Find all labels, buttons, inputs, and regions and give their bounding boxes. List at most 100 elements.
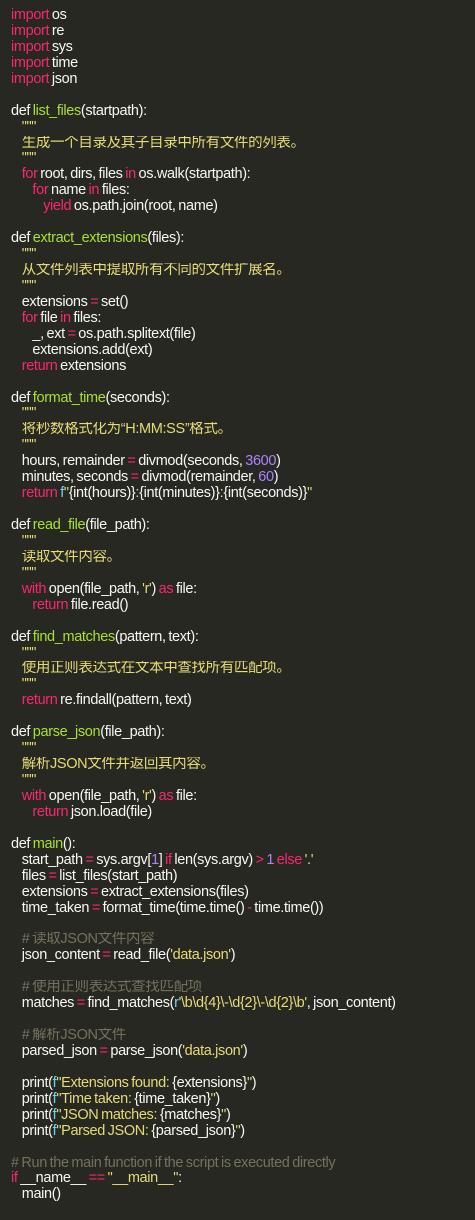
code-token-kw: in: [125, 167, 136, 183]
code-token-kw: import: [11, 23, 50, 39]
code-token-kw: with: [11, 581, 47, 597]
code-token-str: "JSON matches:: [56, 1107, 160, 1123]
code-token-kw: =: [48, 868, 57, 884]
code-token-tx: ): [151, 581, 159, 597]
code-token-tx: def: [11, 231, 33, 247]
code-token-str: 从文件列表中提取所有不同的文件扩展名。: [11, 263, 291, 278]
code-token-tx: ): [225, 1107, 231, 1123]
code-token-str: 读取文件内容。: [11, 549, 121, 565]
code-line: ​: [11, 709, 475, 725]
code-token-tx: {int(seconds)}: [223, 486, 308, 502]
code-token-kw: =: [130, 470, 139, 486]
code-token-tx: {int(minutes)}: [139, 486, 220, 502]
code-line: def list_files(startpath):: [11, 104, 475, 120]
code-token-tx: files:: [70, 310, 102, 326]
code-token-tx: file: [37, 310, 61, 326]
code-line: """: [11, 279, 475, 295]
code-token-tx: extensions: [11, 294, 91, 310]
code-token-str: """: [11, 565, 37, 581]
code-token-kw: as: [158, 788, 174, 804]
code-token-str: "Time taken:: [56, 1091, 135, 1107]
code-line: with open(file_path, 'r') as file:: [11, 789, 475, 805]
code-line: 使用正则表达式在文本中查找所有匹配项。: [11, 661, 475, 677]
code-token-tx: _, ext: [11, 326, 68, 342]
code-token-str: 生成一个目录及其子目录中所有文件的列表。: [11, 135, 305, 151]
code-line: """: [11, 646, 475, 662]
code-token-str: 解析JSON文件并返回其内容。: [11, 757, 215, 773]
code-token-tx: re: [49, 23, 65, 39]
code-token-tx: find_matches(: [84, 996, 175, 1012]
code-line: """: [11, 151, 475, 167]
code-token-str: """: [11, 151, 37, 167]
code-line: ​: [11, 964, 475, 980]
code-token-str: """: [11, 741, 37, 757]
code-line: ​: [11, 502, 475, 518]
code-line: parsed_json = parse_json('data.json'): [11, 1044, 475, 1060]
code-token-tx: files: [11, 868, 49, 884]
code-token-str: 'data.json': [170, 948, 231, 964]
code-token-str: 'data.json': [182, 1043, 243, 1059]
code-line: return re.findall(pattern, text): [11, 693, 475, 709]
code-token-kw: import: [11, 39, 50, 55]
code-token-tx: print(: [11, 1091, 53, 1107]
code-token-str: """: [11, 278, 37, 294]
code-token-cm: # 读取JSON文件内容: [11, 932, 155, 948]
code-line: def parse_json(file_path):: [11, 725, 475, 741]
code-line: return extensions: [11, 359, 475, 375]
code-token-tx: parse_json(: [107, 1043, 183, 1059]
code-line: 解析JSON文件并返回其内容。: [11, 757, 475, 773]
code-token-tx: divmod(seconds,: [135, 454, 246, 470]
code-line: extensions.add(ext): [11, 343, 475, 359]
code-line: return f"{int(hours)}:{int(minutes)}:{in…: [11, 486, 475, 502]
code-line: ​: [11, 215, 475, 231]
code-line: def read_file(file_path):: [11, 518, 475, 534]
code-token-str: """: [11, 533, 37, 549]
code-line: def main():: [11, 837, 475, 853]
code-token-kw: =: [76, 996, 85, 1012]
code-token-tx: __name__: [17, 1171, 89, 1187]
code-token-tx: main(): [11, 1187, 61, 1203]
code-line: files = list_files(start_path): [11, 869, 475, 885]
code-token-tx: {parsed_json}: [151, 1123, 236, 1139]
code-token-tx: hours, remainder: [11, 454, 128, 470]
code-token-kw: for: [11, 167, 38, 183]
code-token-tx: open(file_path,: [46, 581, 143, 597]
code-token-num: 1: [151, 852, 159, 868]
code-token-str: '\b\d{4}\-\d{2}\-\d{2}\b': [178, 996, 308, 1012]
code-token-tx: :: [178, 1171, 182, 1187]
code-token-tx: extensions: [57, 358, 126, 374]
code-line: print(f"Extensions found: {extensions}"): [11, 1076, 475, 1092]
code-token-tx: ): [273, 470, 279, 486]
code-line: print(f"Time taken: {time_taken}"): [11, 1092, 475, 1108]
code-token-tx: json_content: [11, 948, 103, 964]
code-token-tx: format_time(time.time(): [99, 900, 248, 916]
code-token-tx: ): [230, 948, 236, 964]
code-line: """: [11, 247, 475, 263]
code-token-kw: import: [11, 55, 50, 71]
code-token-cm: # 使用正则表达式查找匹配项: [11, 980, 203, 996]
code-token-str: 使用正则表达式在文本中查找所有匹配项。: [11, 661, 291, 677]
code-token-tx: ): [251, 1075, 257, 1091]
code-token-tx: (pattern, text):: [114, 629, 199, 645]
code-line: print(f"JSON matches: {matches}"): [11, 1108, 475, 1124]
code-line: json_content = read_file('data.json'): [11, 948, 475, 964]
code-token-str: """: [11, 406, 37, 422]
code-token-tx: file.read(): [68, 597, 129, 613]
code-token-tx: extract_extensions(files): [98, 884, 249, 900]
code-token-tx: (file_path):: [100, 725, 165, 741]
code-token-kw: >: [255, 852, 264, 868]
code-line: 将秒数格式化为“H:MM:SS”格式。: [11, 422, 475, 438]
code-line: # 使用正则表达式查找匹配项: [11, 980, 475, 996]
code-editor[interactable]: import os import re import sys import time i…: [0, 0, 475, 1220]
code-line: 从文件列表中提取所有不同的文件扩展名。: [11, 263, 475, 279]
code-token-tx: print(: [11, 1123, 53, 1139]
code-line: import json: [11, 72, 475, 88]
code-line: import sys: [11, 40, 475, 56]
code-token-str: """: [11, 438, 37, 454]
code-token-tx: extensions: [11, 884, 91, 900]
code-line: extensions = set(): [11, 295, 475, 311]
code-line: time_taken = format_time(time.time() - t…: [11, 901, 475, 917]
code-line: _, ext = os.path.splitext(file): [11, 327, 475, 343]
code-line: """: [11, 120, 475, 136]
code-token-str: """: [11, 773, 37, 788]
